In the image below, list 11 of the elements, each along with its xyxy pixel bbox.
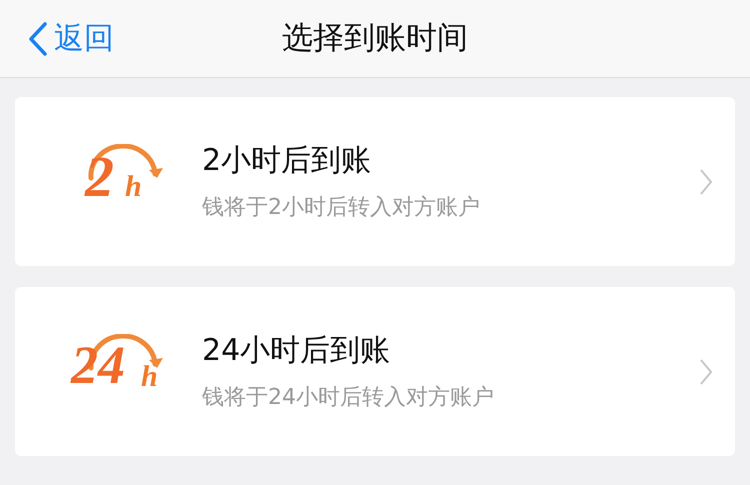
chevron-right-icon bbox=[699, 358, 713, 386]
option-subtitle: 钱将于2小时后转入对方账户 bbox=[202, 194, 481, 221]
back-chevron-icon bbox=[28, 22, 48, 56]
chevron-right-icon bbox=[699, 168, 713, 196]
option-title: 24小时后到账 bbox=[202, 332, 392, 370]
option-card[interactable]: 24 h 24小时后到账 钱将于24小时后转入对方账户 bbox=[15, 287, 735, 456]
option-title: 2小时后到账 bbox=[202, 142, 372, 180]
option-card[interactable]: 2 h 2小时后到账 钱将于2小时后转入对方账户 bbox=[15, 97, 735, 266]
option-subtitle: 钱将于24小时后转入对方账户 bbox=[202, 384, 495, 411]
page-title: 选择到账时间 bbox=[282, 19, 468, 58]
back-button[interactable]: 返回 bbox=[28, 16, 114, 61]
